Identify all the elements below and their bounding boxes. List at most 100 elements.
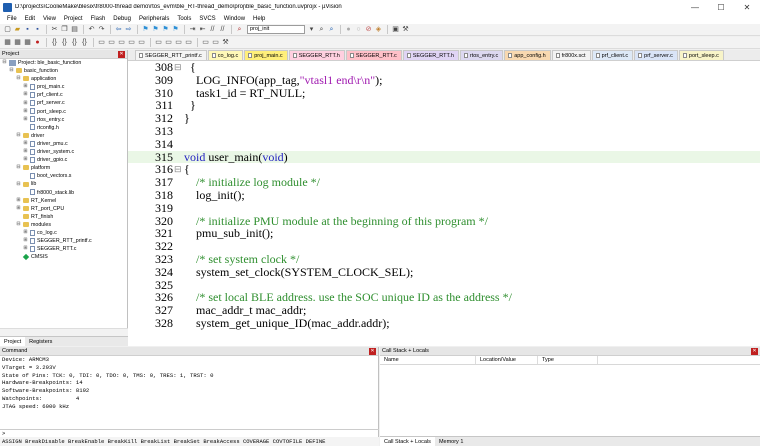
tools-icon[interactable]: ⚒ — [401, 25, 410, 34]
tree-file[interactable]: ⊞ driver_pmu.c — [0, 140, 127, 148]
expand-toggle-icon[interactable]: ⊞ — [23, 149, 28, 154]
expand-toggle-icon[interactable]: ⊞ — [23, 100, 28, 106]
tree-file[interactable]: ⊞ rtos_entry.c — [0, 116, 127, 124]
tab-project[interactable]: Project — [0, 337, 26, 346]
menu-project[interactable]: Project — [60, 14, 87, 24]
nav-forward-icon[interactable]: ⇨ — [124, 25, 133, 34]
toolbox-icon[interactable]: ⚒ — [221, 38, 230, 47]
tree-folder[interactable]: ⊟ driver — [0, 132, 127, 140]
tree-file[interactable]: ⊞ driver_gpio.c — [0, 156, 127, 164]
code-line[interactable]: 310 task1_id = RT_NULL; — [128, 86, 760, 100]
menu-tools[interactable]: Tools — [173, 14, 195, 24]
code-line[interactable]: 321 pmu_sub_init(); — [128, 227, 760, 240]
tree-file[interactable]: ⊞ co_log.c — [0, 229, 127, 237]
tree-file[interactable]: fr8000_stack.lib — [0, 189, 127, 197]
code-line[interactable]: 313 — [128, 125, 760, 138]
code-line[interactable]: 315 void user_main(void) — [128, 150, 760, 164]
menu-window[interactable]: Window — [220, 14, 249, 24]
menu-svcs[interactable]: SVCS — [195, 14, 219, 24]
editor-tab[interactable]: SEGGER_RTT.c — [345, 50, 402, 60]
new-file-icon[interactable]: ▢ — [3, 25, 12, 34]
incremental-find-icon[interactable]: ▾ — [307, 25, 316, 34]
tree-file[interactable]: ⊞ prf_server.c — [0, 99, 127, 107]
tree-folder[interactable]: ⊟ platform — [0, 164, 127, 172]
code-line[interactable]: 328 system_get_unique_ID(mac_addr.addr); — [128, 317, 760, 330]
column-name[interactable]: Name — [380, 356, 476, 364]
build-icon[interactable]: ▦ — [13, 38, 22, 47]
analysis-icon[interactable]: ▭ — [184, 38, 193, 47]
indent-icon[interactable]: ⇥ — [188, 25, 197, 34]
editor-tab[interactable]: proj_main.c — [244, 50, 288, 60]
tree-file[interactable]: ⊞ driver_system.c — [0, 148, 127, 156]
open-file-icon[interactable]: ▰ — [13, 25, 22, 34]
editor-tab[interactable]: fr800x.sct — [551, 50, 591, 60]
tab-registers[interactable]: Registers — [25, 337, 56, 346]
close-icon[interactable]: ✕ — [118, 51, 125, 58]
registers-icon[interactable]: ▭ — [127, 38, 136, 47]
tree-file[interactable]: ⊞ port_sleep.c — [0, 108, 127, 116]
disassembly-icon[interactable]: ▭ — [107, 38, 116, 47]
symbols-icon[interactable]: ▭ — [117, 38, 126, 47]
serial-icon[interactable]: ▭ — [174, 38, 183, 47]
expand-toggle-icon[interactable]: ⊟ — [16, 132, 21, 138]
callstack-icon[interactable]: ▭ — [137, 38, 146, 47]
find-in-files-icon[interactable]: ⌕ — [235, 25, 244, 34]
step-over-icon[interactable]: {} — [50, 38, 59, 47]
editor-tab[interactable]: rtos_entry.c — [459, 50, 504, 60]
stop-build-icon[interactable]: ● — [33, 38, 42, 47]
run-to-cursor-icon[interactable]: {} — [80, 38, 89, 47]
fold-toggle-icon[interactable]: ⊟ — [174, 163, 182, 176]
editor-tab[interactable]: prf_server.c — [634, 50, 678, 60]
tree-file[interactable]: ⊞ prf_client.c — [0, 91, 127, 99]
expand-toggle-icon[interactable]: ⊟ — [16, 221, 21, 227]
expand-toggle-icon[interactable]: ⊞ — [23, 116, 28, 122]
editor-tab[interactable]: app_config.h — [504, 50, 551, 60]
close-icon[interactable]: ✕ — [369, 348, 376, 355]
tab-memory[interactable]: Memory 1 — [435, 437, 467, 446]
close-icon[interactable]: ✕ — [734, 0, 760, 14]
editor-tab[interactable]: port_sleep.c — [678, 50, 724, 60]
save-all-icon[interactable]: ▪ — [33, 25, 42, 34]
save-icon[interactable]: ▪ — [23, 25, 32, 34]
system-viewer-icon[interactable]: ▭ — [211, 38, 220, 47]
tree-folder[interactable]: ⊟ application — [0, 75, 127, 83]
menu-peripherals[interactable]: Peripherals — [135, 14, 173, 24]
maximize-icon[interactable]: ☐ — [708, 0, 734, 14]
breakpoint-disable-icon[interactable]: ○ — [354, 25, 363, 34]
fold-toggle-icon[interactable]: ⊟ — [174, 61, 182, 74]
uncomment-icon[interactable]: // — [218, 25, 227, 34]
tree-file[interactable]: rtconfig.h — [0, 124, 127, 132]
command-input[interactable]: > — [0, 429, 379, 437]
step-out-icon[interactable]: {} — [70, 38, 79, 47]
debug-session-icon[interactable]: ⌕ — [327, 25, 336, 34]
expand-toggle-icon[interactable]: ⊟ — [9, 68, 14, 73]
project-horizontal-scrollbar[interactable] — [0, 328, 128, 336]
tree-file[interactable]: ⊞ SEGGER_RTT.c — [0, 245, 127, 253]
memory-icon[interactable]: ▭ — [164, 38, 173, 47]
expand-toggle-icon[interactable]: ⊞ — [16, 205, 21, 211]
breakpoint-icon[interactable]: ● — [344, 25, 353, 34]
expand-toggle-icon[interactable]: ⊞ — [23, 108, 28, 114]
tree-file[interactable]: ⊞ proj_main.c — [0, 83, 127, 91]
expand-toggle-icon[interactable]: ⊞ — [23, 141, 28, 146]
expand-toggle-icon[interactable]: ⊞ — [23, 238, 28, 243]
expand-toggle-icon[interactable]: ⊞ — [23, 84, 28, 89]
copy-icon[interactable]: ❐ — [60, 25, 69, 34]
code-line[interactable]: 324 system_set_clock(SYSTEM_CLOCK_SEL); — [128, 265, 760, 279]
expand-toggle-icon[interactable]: ⊟ — [16, 76, 21, 81]
code-area[interactable]: 308 ⊟ {309 LOG_INFO(app_tag,"vtasl1 end\r… — [128, 61, 760, 346]
expand-toggle-icon[interactable]: ⊞ — [23, 92, 28, 97]
find-icon[interactable]: ⌕ — [317, 25, 326, 34]
tree-item[interactable]: ⊟ Project: ble_basic_function — [0, 59, 127, 67]
config-icon[interactable]: ◈ — [374, 25, 383, 34]
redo-icon[interactable]: ↷ — [97, 25, 106, 34]
code-line[interactable]: 312} — [128, 112, 760, 125]
editor-tab[interactable]: SEGGER_RTT_printf.c — [135, 50, 207, 60]
column-location[interactable]: Location/Value — [476, 356, 538, 364]
tree-file[interactable]: ⊞ SEGGER_RTT_printf.c — [0, 237, 127, 245]
step-into-icon[interactable]: {} — [60, 38, 69, 47]
expand-toggle-icon[interactable]: ⊟ — [2, 60, 7, 65]
rebuild-icon[interactable]: ▦ — [23, 38, 32, 47]
menu-debug[interactable]: Debug — [109, 14, 135, 24]
editor-tab[interactable]: SEGGER_RTT.h — [288, 50, 345, 60]
